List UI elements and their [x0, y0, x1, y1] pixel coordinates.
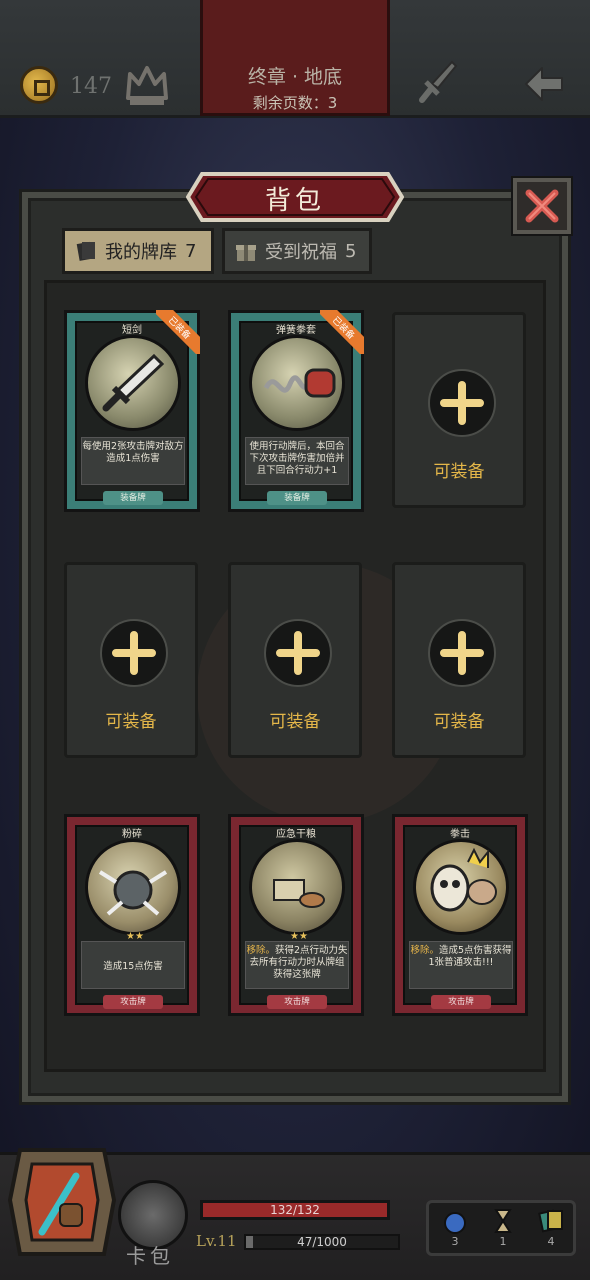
card-deck-icon	[76, 241, 95, 261]
equipped-card-dagger[interactable]: 短剑 每使用2张攻击牌对敌方造成1点伤害 装备牌 已装备	[64, 310, 200, 512]
tab-my-deck-label: 我的牌库	[105, 242, 177, 263]
coin-count: 147	[70, 74, 112, 99]
gift-icon	[236, 245, 256, 261]
cards-icon	[538, 1209, 563, 1233]
hero-portrait[interactable]	[6, 1140, 118, 1264]
back-arrow-icon[interactable]	[522, 64, 566, 104]
crown-icon[interactable]	[124, 62, 170, 108]
xp-bar: 47/1000	[244, 1234, 400, 1250]
card-desc-highlight: 移除。	[246, 945, 275, 956]
add-icon	[100, 619, 168, 687]
hourglass-icon	[494, 1209, 512, 1233]
resource-value: 3	[451, 1235, 459, 1248]
equipped-badge: 已装备	[156, 310, 200, 354]
equipped-badge-text: 已装备	[320, 310, 364, 354]
equipped-badge-text: 已装备	[156, 310, 200, 354]
card-type: 装备牌	[103, 491, 163, 505]
card-desc-text: 造成15点伤害	[103, 961, 163, 972]
card-description: 每使用2张攻击牌对敌方造成1点伤害	[82, 441, 184, 464]
level-label: Lv.11	[196, 1232, 237, 1250]
card-punch[interactable]: 拳击 移除。造成5点伤害获得1张普通攻击!!! 攻击牌	[392, 814, 528, 1016]
xp-text: 47/1000	[297, 1235, 347, 1249]
tab-blessings-label: 受到祝福	[265, 242, 337, 263]
chapter-title: 终章 · 地底	[247, 66, 343, 88]
top-bar: 147 终章 · 地底 剩余页数：3	[0, 0, 590, 118]
slot-label: 可装备	[105, 712, 157, 732]
card-description: 造成15点伤害	[81, 961, 185, 973]
coin-icon	[20, 66, 58, 104]
resource-hourglass[interactable]: 1	[483, 1207, 523, 1248]
tab-blessings[interactable]: 受到祝福 5	[222, 228, 372, 274]
slot-label: 可装备	[269, 712, 321, 732]
resource-value: 4	[547, 1235, 555, 1248]
empty-slot-6[interactable]: 可装备	[392, 562, 526, 758]
tab-my-deck-count: 7	[185, 240, 197, 262]
ration-icon	[249, 839, 345, 935]
slot-label: 可装备	[433, 712, 485, 732]
add-icon	[264, 619, 332, 687]
card-name: 拳击	[450, 829, 470, 840]
tab-my-deck[interactable]: 我的牌库 7	[62, 228, 214, 274]
add-icon	[428, 619, 496, 687]
card-description: 移除。获得2点行动力失去所有行动力时从牌组获得这张牌	[245, 945, 349, 981]
resource-box: 3 1 4	[426, 1200, 576, 1256]
tab-blessings-count: 5	[345, 240, 357, 262]
close-button[interactable]	[513, 178, 571, 234]
empty-slot-5[interactable]: 可装备	[228, 562, 362, 758]
card-description: 使用行动牌后，本回合下次攻击牌伤害加倍并且下回合行动力+1	[249, 441, 345, 476]
resource-bomb[interactable]: 3	[435, 1207, 475, 1248]
card-name: 粉碎	[122, 829, 142, 840]
card-smash[interactable]: 粉碎 ★★ 造成15点伤害 攻击牌	[64, 814, 200, 1016]
add-icon	[428, 369, 496, 437]
empty-slot-4[interactable]: 可装备	[64, 562, 198, 758]
empty-slot-3[interactable]: 可装备	[392, 312, 526, 508]
card-type: 装备牌	[267, 491, 327, 505]
punch-icon	[413, 839, 509, 935]
card-type: 攻击牌	[103, 995, 163, 1009]
card-desc-text: 造成5点伤害获得1张普通攻击!!!	[428, 945, 512, 968]
bomb-icon	[444, 1212, 466, 1234]
chapter-banner: 终章 · 地底 剩余页数：3	[200, 0, 390, 116]
equipped-badge: 已装备	[320, 310, 364, 354]
close-icon	[525, 189, 559, 223]
bag-title-banner: 背包	[186, 170, 404, 224]
card-description: 移除。造成5点伤害获得1张普通攻击!!!	[409, 945, 513, 969]
equipped-card-spring-glove[interactable]: 弹簧拳套 使用行动牌后，本回合下次攻击牌伤害加倍并且下回合行动力+1 装备牌 已…	[228, 310, 364, 512]
smash-icon	[85, 839, 181, 935]
card-emergency-ration[interactable]: 应急干粮 ★★ 移除。获得2点行动力失去所有行动力时从牌组获得这张牌 攻击牌	[228, 814, 364, 1016]
card-desc-highlight: 移除。	[410, 945, 439, 956]
resource-cards[interactable]: 4	[531, 1207, 571, 1248]
resource-value: 1	[499, 1235, 507, 1248]
hp-text: 132/132	[270, 1203, 320, 1217]
bag-title: 背包	[264, 186, 325, 216]
sword-icon[interactable]	[416, 58, 460, 106]
card-name: 应急干粮	[276, 829, 316, 840]
pages-left: 剩余页数：3	[252, 94, 338, 112]
card-pack-label[interactable]: 卡包	[126, 1240, 174, 1269]
slot-label: 可装备	[433, 462, 485, 482]
card-type: 攻击牌	[431, 995, 491, 1009]
card-type: 攻击牌	[267, 995, 327, 1009]
hp-bar: 132/132	[200, 1200, 390, 1220]
